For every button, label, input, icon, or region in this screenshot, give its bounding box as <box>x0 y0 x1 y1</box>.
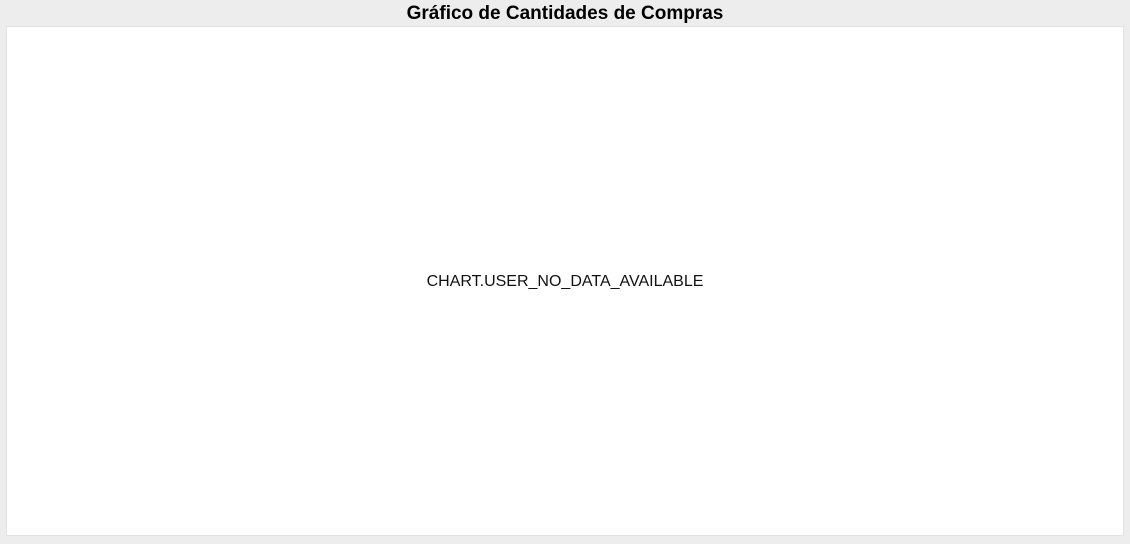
chart-panel: CHART.USER_NO_DATA_AVAILABLE <box>6 26 1124 536</box>
chart-window: { "chart": { "title": "Gráfico de Cantid… <box>0 0 1130 544</box>
chart-title: Gráfico de Cantidades de Compras <box>406 3 724 24</box>
no-data-message: CHART.USER_NO_DATA_AVAILABLE <box>426 273 704 290</box>
